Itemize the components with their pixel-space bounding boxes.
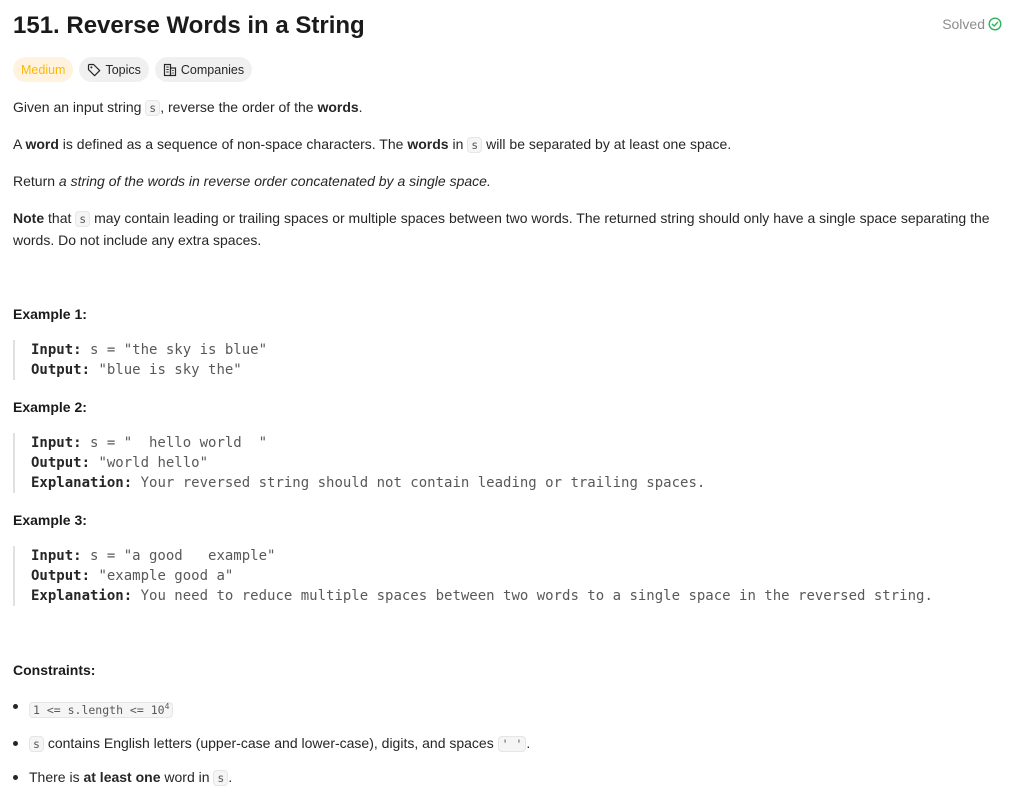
difficulty-badge: Medium: [13, 57, 74, 82]
constraint-item: There is at least one word in s.: [13, 767, 530, 789]
inline-code: s: [145, 100, 161, 116]
building-icon: [163, 63, 177, 77]
example-3-heading: Example 3:: [13, 512, 87, 528]
solved-label: Solved: [942, 16, 985, 32]
tag-row: Medium Topics Companies: [13, 57, 253, 82]
inline-code: s: [467, 137, 483, 153]
example-2-heading: Example 2:: [13, 399, 87, 415]
companies-button[interactable]: Companies: [154, 57, 253, 82]
constraint-item: 1 <= s.length <= 104: [13, 696, 530, 721]
inline-code: s: [29, 735, 44, 752]
example-1-block: Input: s = "the sky is blue" Output: "bl…: [13, 340, 267, 380]
description-paragraph-4: Note that s may contain leading or trail…: [13, 210, 990, 248]
inline-code: 1 <= s.length <= 104: [29, 701, 174, 718]
inline-code: s: [75, 211, 91, 227]
difficulty-label: Medium: [21, 62, 66, 77]
companies-label: Companies: [180, 62, 245, 77]
check-circle-icon: [988, 17, 1002, 31]
description-paragraph-1: Given an input string s, reverse the ord…: [13, 99, 363, 116]
description-paragraph-2: A word is defined as a sequence of non-s…: [13, 136, 732, 153]
topics-label: Topics: [105, 62, 141, 77]
constraints-heading: Constraints:: [13, 662, 96, 678]
inline-code: ' ': [497, 735, 527, 752]
example-3-block: Input: s = "a good example" Output: "exa…: [13, 546, 933, 606]
problem-title[interactable]: 151. Reverse Words in a String: [13, 12, 365, 40]
example-1-heading: Example 1:: [13, 306, 87, 322]
solved-status: Solved: [942, 16, 1002, 32]
tag-icon: [87, 63, 101, 77]
example-2-block: Input: s = " hello world " Output: "worl…: [13, 433, 705, 493]
description-paragraph-3: Return a string of the words in reverse …: [13, 173, 491, 189]
topics-button[interactable]: Topics: [79, 57, 149, 82]
constraint-item: s contains English letters (upper-case a…: [13, 733, 530, 755]
constraints-list: 1 <= s.length <= 104 s contains English …: [13, 696, 530, 789]
problem-description: 151. Reverse Words in a String Solved Me…: [0, 0, 1012, 796]
inline-code: s: [213, 769, 229, 786]
